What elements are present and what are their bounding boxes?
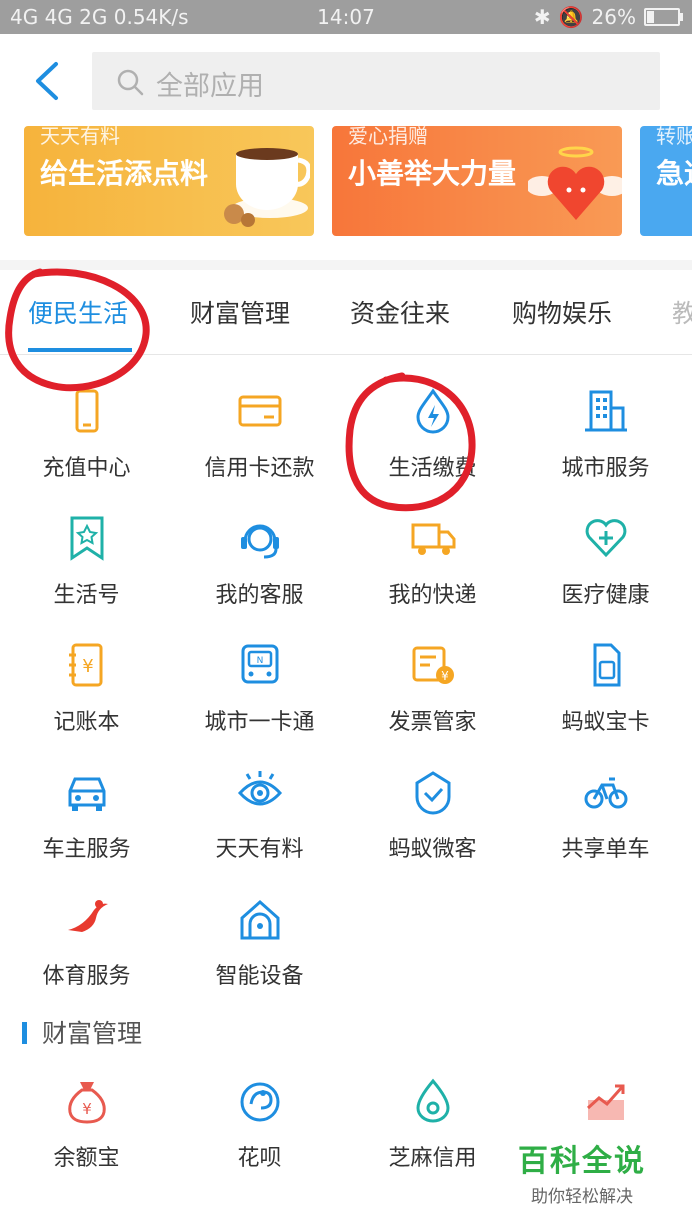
money-bag-icon: ¥ — [68, 1082, 106, 1124]
transit-card-icon: N — [241, 644, 279, 684]
app-label: 天天有料 — [215, 837, 304, 862]
coffee-cup-icon — [224, 148, 310, 227]
building-icon — [585, 390, 627, 432]
bookmark-star-icon — [70, 516, 104, 561]
credit-card-icon — [238, 395, 282, 427]
app-tile[interactable]: 花呗 — [173, 1078, 346, 1198]
battery-percent: 26% — [591, 5, 636, 29]
app-tile[interactable]: 蚂蚁宝卡 — [519, 642, 692, 762]
app-tile[interactable]: 信用卡还款 — [173, 388, 346, 508]
tab-wealth[interactable]: 财富管理 — [190, 294, 290, 330]
headset-icon — [241, 524, 279, 559]
banner-title: 给生活添点料 — [40, 157, 209, 190]
search-icon — [117, 69, 144, 96]
app-tile[interactable]: 共享单车 — [519, 769, 692, 889]
banner-card[interactable]: 天天有料 给生活添点料 — [24, 126, 314, 236]
app-label: 充值中心 — [42, 456, 131, 481]
app-label: 生活号 — [53, 583, 120, 608]
banner-tag: 爱心捐赠 — [348, 126, 428, 148]
app-label: 我的快递 — [388, 583, 477, 608]
app-tile[interactable]: 医疗健康 — [519, 515, 692, 635]
app-tile[interactable]: N 城市一卡通 — [173, 642, 346, 762]
medical-heart-icon — [585, 519, 627, 558]
app-label: 智能设备 — [215, 964, 304, 989]
app-tile[interactable]: 蚂蚁微客 — [346, 769, 519, 889]
app-tile[interactable]: ¥ 余额宝 — [0, 1078, 173, 1198]
banner-carousel: 天天有料 给生活添点料 爱心捐赠 小善举大力量 转账 急速 — [0, 126, 692, 256]
watermark: 百科全说 助你轻松解决 — [512, 1136, 652, 1207]
app-label: 余额宝 — [53, 1146, 120, 1171]
smart-device-icon — [240, 899, 280, 940]
app-label: 共享单车 — [561, 837, 650, 862]
search-input[interactable]: 全部应用 — [92, 52, 660, 110]
battery-icon — [644, 8, 683, 26]
invoice-icon: ¥ — [412, 646, 454, 684]
app-label: 城市服务 — [561, 456, 650, 481]
bluetooth-icon: ✱ — [533, 5, 551, 29]
bicycle-icon — [584, 777, 628, 809]
banner-title: 小善举大力量 — [348, 157, 517, 190]
shield-check-icon — [415, 771, 451, 815]
app-label: 花呗 — [237, 1146, 282, 1171]
search-placeholder: 全部应用 — [156, 71, 264, 102]
banner-tag: 天天有料 — [40, 126, 120, 148]
annotation-circle-utility — [345, 372, 476, 512]
sports-icon — [68, 900, 108, 932]
tab-transfers[interactable]: 资金往来 — [350, 294, 450, 330]
app-label: 蚂蚁微客 — [388, 837, 477, 862]
app-label: 芝麻信用 — [388, 1146, 477, 1171]
ledger-icon: ¥ — [69, 643, 103, 687]
app-tile[interactable]: 我的快递 — [346, 515, 519, 635]
app-tile[interactable]: 生活号 — [0, 515, 173, 635]
stock-chart-icon — [586, 1084, 625, 1120]
app-tile[interactable]: ¥ 发票管家 — [346, 642, 519, 762]
app-label: 记账本 — [53, 710, 120, 735]
app-tile[interactable]: ¥ 记账本 — [0, 642, 173, 762]
app-label: 车主服务 — [42, 837, 131, 862]
tab-shopping[interactable]: 购物娱乐 — [512, 294, 612, 330]
app-tile[interactable]: 体育服务 — [0, 896, 173, 1016]
app-tile[interactable]: 芝麻信用 — [346, 1078, 519, 1198]
app-label: 发票管家 — [388, 710, 477, 735]
eye-icon — [237, 771, 283, 806]
app-tile[interactable]: 城市服务 — [519, 388, 692, 508]
section-title: 财富管理 — [42, 1019, 143, 1048]
app-label: 我的客服 — [215, 583, 304, 608]
status-icons: ✱ 🔕 26% — [533, 5, 683, 29]
svg-text:N: N — [257, 656, 264, 666]
banner-tag: 转账 — [656, 126, 692, 148]
sim-card-icon — [593, 643, 621, 687]
app-label: 蚂蚁宝卡 — [561, 710, 650, 735]
status-bar: 4G 4G 2G 0.54K/s 14:07 ✱ 🔕 26% — [0, 0, 692, 34]
app-tile[interactable]: 车主服务 — [0, 769, 173, 889]
watermark-title: 百科全说 — [518, 1144, 646, 1179]
app-tile[interactable]: 智能设备 — [173, 896, 346, 1016]
banner-title: 急速 — [656, 157, 692, 190]
car-icon — [68, 777, 106, 811]
watermark-subtitle: 助你轻松解决 — [531, 1187, 633, 1207]
section-marker — [22, 1022, 27, 1044]
app-label: 城市一卡通 — [204, 710, 315, 735]
truck-icon — [411, 523, 456, 555]
svg-text:¥: ¥ — [82, 1100, 92, 1118]
app-label: 体育服务 — [42, 964, 131, 989]
banner-card[interactable]: 爱心捐赠 小善举大力量 — [332, 126, 622, 236]
banner-card[interactable]: 转账 急速 — [640, 126, 692, 236]
app-tile[interactable]: 天天有料 — [173, 769, 346, 889]
annotation-circle-tab — [5, 268, 150, 392]
back-arrow-icon[interactable] — [28, 58, 68, 104]
huabei-icon — [240, 1082, 280, 1122]
svg-text:¥: ¥ — [82, 656, 93, 677]
tab-education[interactable]: 教 — [672, 294, 692, 330]
svg-text:¥: ¥ — [441, 669, 449, 683]
winged-heart-icon — [528, 146, 622, 220]
app-label: 医疗健康 — [561, 583, 650, 608]
app-label: 信用卡还款 — [204, 456, 315, 481]
header: 全部应用 — [0, 34, 692, 126]
app-tile[interactable]: 我的客服 — [173, 515, 346, 635]
app-tile[interactable]: 充值中心 — [0, 388, 173, 508]
sesame-icon — [416, 1078, 450, 1123]
bell-muted-icon: 🔕 — [558, 5, 584, 29]
